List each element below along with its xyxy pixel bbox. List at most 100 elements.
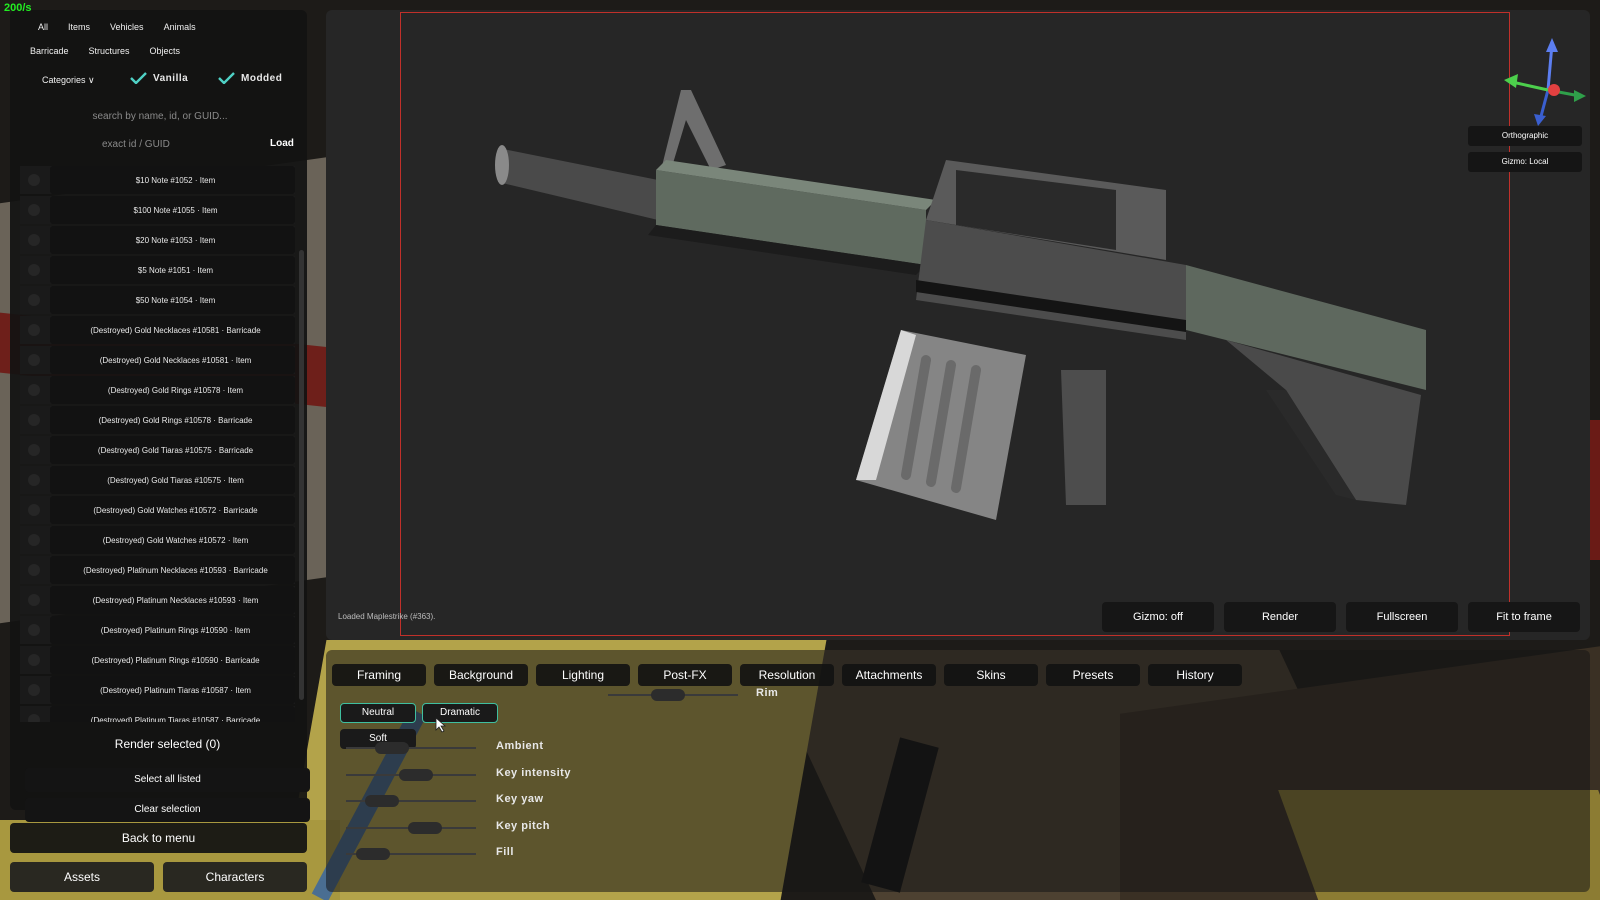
filter-tab-all[interactable]: All <box>28 22 58 32</box>
key-pitch-slider[interactable] <box>346 822 476 834</box>
select-checkbox[interactable] <box>28 504 40 516</box>
asset-list-item[interactable]: (Destroyed) Gold Necklaces #10581 · Item <box>20 346 295 374</box>
render-viewport[interactable]: Orthographic Gizmo: Local Loaded Maplest… <box>326 10 1590 640</box>
preset-neutral-button[interactable]: Neutral <box>340 703 416 723</box>
select-checkbox[interactable] <box>28 294 40 306</box>
select-checkbox[interactable] <box>28 384 40 396</box>
select-checkbox[interactable] <box>28 534 40 546</box>
select-checkbox[interactable] <box>28 564 40 576</box>
select-checkbox[interactable] <box>28 234 40 246</box>
tab-history[interactable]: History <box>1148 664 1242 686</box>
slider-thumb[interactable] <box>375 742 409 754</box>
load-button[interactable]: Load <box>270 138 294 149</box>
filter-tab-animals[interactable]: Animals <box>154 22 206 32</box>
asset-list-item[interactable]: (Destroyed) Gold Tiaras #10575 · Item <box>20 466 295 494</box>
key-intensity-slider[interactable] <box>346 769 476 781</box>
transform-gizmo-icon[interactable] <box>1490 30 1590 130</box>
select-checkbox[interactable] <box>28 174 40 186</box>
select-checkbox[interactable] <box>28 594 40 606</box>
key-yaw-slider[interactable] <box>346 795 476 807</box>
modded-label: Modded <box>241 72 283 84</box>
asset-list-item[interactable]: $10 Note #1052 · Item <box>20 166 295 194</box>
asset-list-item[interactable]: (Destroyed) Platinum Rings #10590 · Item <box>20 616 295 644</box>
filter-tab-structures[interactable]: Structures <box>79 46 140 56</box>
filter-tab-vehicles[interactable]: Vehicles <box>100 22 154 32</box>
assets-button[interactable]: Assets <box>10 862 154 892</box>
tab-framing[interactable]: Framing <box>332 664 426 686</box>
tab-resolution[interactable]: Resolution <box>740 664 834 686</box>
slider-track[interactable] <box>346 747 476 749</box>
exact-id-input[interactable] <box>30 135 250 153</box>
select-checkbox[interactable] <box>28 264 40 276</box>
select-checkbox[interactable] <box>28 324 40 336</box>
vanilla-label: Vanilla <box>153 72 189 84</box>
asset-list-item[interactable]: (Destroyed) Gold Tiaras #10575 · Barrica… <box>20 436 295 464</box>
asset-list-item[interactable]: (Destroyed) Gold Watches #10572 · Barric… <box>20 496 295 524</box>
slider-thumb[interactable] <box>356 848 390 860</box>
select-checkbox[interactable] <box>28 444 40 456</box>
render-button[interactable]: Render <box>1224 602 1336 632</box>
asset-label: (Destroyed) Gold Watches #10572 · Barric… <box>93 505 258 515</box>
asset-list-item[interactable]: (Destroyed) Platinum Tiaras #10587 · Ite… <box>20 676 295 704</box>
tab-attachments[interactable]: Attachments <box>842 664 936 686</box>
orthographic-toggle[interactable]: Orthographic <box>1468 126 1582 146</box>
asset-list-item[interactable]: $50 Note #1054 · Item <box>20 286 295 314</box>
filter-tab-barricade[interactable]: Barricade <box>20 46 79 56</box>
asset-list-item[interactable]: (Destroyed) Gold Rings #10578 · Item <box>20 376 295 404</box>
asset-label: (Destroyed) Platinum Rings #10590 · Item <box>100 625 251 635</box>
asset-list-item[interactable]: (Destroyed) Gold Rings #10578 · Barricad… <box>20 406 295 434</box>
select-all-button[interactable]: Select all listed <box>25 768 310 792</box>
slider-thumb[interactable] <box>651 689 685 701</box>
gizmo-space-toggle[interactable]: Gizmo: Local <box>1468 152 1582 172</box>
vanilla-checkbox[interactable]: Vanilla <box>130 72 188 84</box>
frame-guide <box>400 12 1510 636</box>
gizmo-toggle-button[interactable]: Gizmo: off <box>1102 602 1214 632</box>
asset-label: (Destroyed) Platinum Tiaras #10587 · Bar… <box>90 715 261 723</box>
asset-label: (Destroyed) Platinum Rings #10590 · Barr… <box>91 655 260 665</box>
select-checkbox[interactable] <box>28 654 40 666</box>
characters-button[interactable]: Characters <box>163 862 307 892</box>
asset-list-item[interactable]: (Destroyed) Platinum Tiaras #10587 · Bar… <box>20 706 295 722</box>
select-checkbox[interactable] <box>28 474 40 486</box>
asset-list-item[interactable]: (Destroyed) Platinum Necklaces #10593 · … <box>20 556 295 584</box>
select-checkbox[interactable] <box>28 684 40 696</box>
tab-skins[interactable]: Skins <box>944 664 1038 686</box>
asset-list-item[interactable]: (Destroyed) Platinum Rings #10590 · Barr… <box>20 646 295 674</box>
rim-slider[interactable] <box>608 689 738 701</box>
slider-thumb[interactable] <box>365 795 399 807</box>
fill-slider[interactable] <box>346 848 476 860</box>
asset-label: $20 Note #1053 · Item <box>135 235 216 245</box>
select-checkbox[interactable] <box>28 204 40 216</box>
modded-checkbox[interactable]: Modded <box>218 72 282 84</box>
asset-list-item[interactable]: (Destroyed) Gold Necklaces #10581 · Barr… <box>20 316 295 344</box>
render-selected-button[interactable]: Render selected (0) <box>25 737 310 751</box>
select-checkbox[interactable] <box>28 624 40 636</box>
fit-to-frame-button[interactable]: Fit to frame <box>1468 602 1580 632</box>
tab-background[interactable]: Background <box>434 664 528 686</box>
asset-list-item[interactable]: $20 Note #1053 · Item <box>20 226 295 254</box>
categories-dropdown[interactable]: Categories ∨ <box>42 75 95 86</box>
preset-dramatic-button[interactable]: Dramatic <box>422 703 498 723</box>
asset-list-item[interactable]: (Destroyed) Gold Watches #10572 · Item <box>20 526 295 554</box>
back-to-menu-button[interactable]: Back to menu <box>10 823 307 853</box>
asset-list-item[interactable]: (Destroyed) Platinum Necklaces #10593 · … <box>20 586 295 614</box>
ambient-slider[interactable] <box>346 742 476 754</box>
asset-list-scrollbar[interactable] <box>299 250 304 700</box>
filter-tab-items[interactable]: Items <box>58 22 100 32</box>
fps-counter: 200/s <box>4 2 32 14</box>
asset-label: (Destroyed) Gold Tiaras #10575 · Item <box>107 475 244 485</box>
slider-thumb[interactable] <box>408 822 442 834</box>
clear-selection-button[interactable]: Clear selection <box>25 798 310 822</box>
select-checkbox[interactable] <box>28 354 40 366</box>
filter-tab-objects[interactable]: Objects <box>140 46 191 56</box>
select-checkbox[interactable] <box>28 414 40 426</box>
fullscreen-button[interactable]: Fullscreen <box>1346 602 1458 632</box>
tab-post-fx[interactable]: Post-FX <box>638 664 732 686</box>
tab-presets[interactable]: Presets <box>1046 664 1140 686</box>
search-input[interactable] <box>30 106 290 126</box>
slider-thumb[interactable] <box>399 769 433 781</box>
asset-list-item[interactable]: $100 Note #1055 · Item <box>20 196 295 224</box>
asset-list-item[interactable]: $5 Note #1051 · Item <box>20 256 295 284</box>
tab-lighting[interactable]: Lighting <box>536 664 630 686</box>
select-checkbox[interactable] <box>28 714 40 722</box>
